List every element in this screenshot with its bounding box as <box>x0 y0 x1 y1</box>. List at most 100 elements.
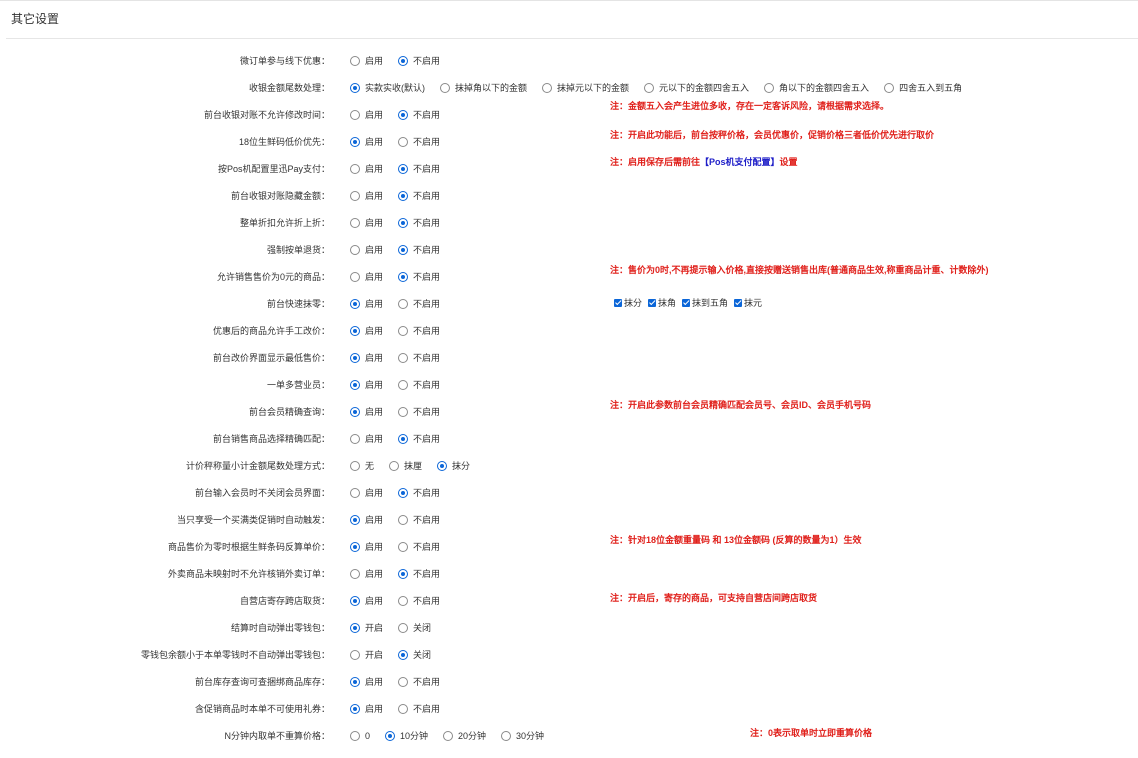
radio-option[interactable]: 20分钟 <box>443 729 486 742</box>
radio-option[interactable]: 启用 <box>350 702 383 715</box>
radio-unselected-icon[interactable] <box>398 379 409 390</box>
radio-selected-icon[interactable] <box>350 82 360 93</box>
radio-selected-icon[interactable] <box>350 406 360 417</box>
radio-option[interactable]: 启用 <box>350 135 383 148</box>
radio-unselected-icon[interactable] <box>350 109 360 120</box>
radio-option[interactable]: 不启用 <box>398 216 440 229</box>
radio-selected-icon[interactable] <box>350 136 360 147</box>
radio-option[interactable]: 不启用 <box>398 567 440 580</box>
radio-unselected-icon[interactable] <box>443 730 454 741</box>
radio-selected-icon[interactable] <box>350 352 360 363</box>
radio-unselected-icon[interactable] <box>350 487 360 498</box>
checkbox-mo-wujiao[interactable]: 抹到五角 <box>682 296 728 309</box>
radio-option[interactable]: 启用 <box>350 513 383 526</box>
radio-option[interactable]: 不启用 <box>398 324 440 337</box>
radio-option[interactable]: 不启用 <box>398 243 440 256</box>
radio-option[interactable]: 启用 <box>350 594 383 607</box>
radio-option[interactable]: 启用 <box>350 405 383 418</box>
pos-pay-config-link[interactable]: 【Pos机支付配置】 <box>700 157 780 167</box>
radio-option[interactable]: 不启用 <box>398 405 440 418</box>
radio-unselected-icon[interactable] <box>398 406 409 417</box>
radio-unselected-icon[interactable] <box>398 136 409 147</box>
checkbox-checked-icon[interactable] <box>734 298 743 307</box>
radio-option[interactable]: 不启用 <box>398 486 440 499</box>
radio-unselected-icon[interactable] <box>398 541 409 552</box>
radio-option[interactable]: 启用 <box>350 297 383 310</box>
radio-unselected-icon[interactable] <box>350 55 360 66</box>
radio-option[interactable]: 启用 <box>350 567 383 580</box>
radio-option[interactable]: 不启用 <box>398 594 440 607</box>
radio-selected-icon[interactable] <box>385 730 396 741</box>
radio-option[interactable]: 不启用 <box>398 108 440 121</box>
radio-unselected-icon[interactable] <box>440 82 450 93</box>
radio-unselected-icon[interactable] <box>764 82 775 93</box>
radio-option[interactable]: 启用 <box>350 162 383 175</box>
radio-selected-icon[interactable] <box>350 514 360 525</box>
radio-option[interactable]: 实款实收(默认) <box>350 81 425 94</box>
radio-unselected-icon[interactable] <box>350 163 360 174</box>
radio-option[interactable]: 启用 <box>350 216 383 229</box>
radio-option[interactable]: 启用 <box>350 351 383 364</box>
radio-unselected-icon[interactable] <box>350 568 360 579</box>
radio-unselected-icon[interactable] <box>398 595 409 606</box>
radio-option[interactable]: 关闭 <box>398 621 431 634</box>
radio-selected-icon[interactable] <box>350 595 360 606</box>
radio-selected-icon[interactable] <box>350 676 360 687</box>
radio-unselected-icon[interactable] <box>398 703 409 714</box>
radio-option[interactable]: 四舍五入到五角 <box>884 81 962 94</box>
radio-unselected-icon[interactable] <box>542 82 553 93</box>
radio-option[interactable]: 不启用 <box>398 378 440 391</box>
radio-unselected-icon[interactable] <box>350 271 360 282</box>
radio-selected-icon[interactable] <box>398 217 409 228</box>
radio-selected-icon[interactable] <box>350 325 360 336</box>
radio-option[interactable]: 启用 <box>350 675 383 688</box>
radio-option[interactable]: 不启用 <box>398 513 440 526</box>
checkbox-mo-fen[interactable]: 抹分 <box>614 296 642 309</box>
radio-selected-icon[interactable] <box>437 460 448 471</box>
radio-option[interactable]: 抹掉元以下的金额 <box>542 81 629 94</box>
radio-unselected-icon[interactable] <box>350 460 360 471</box>
radio-unselected-icon[interactable] <box>398 325 409 336</box>
checkbox-mo-jiao[interactable]: 抹角 <box>648 296 676 309</box>
radio-option[interactable]: 启用 <box>350 378 383 391</box>
radio-unselected-icon[interactable] <box>884 82 895 93</box>
radio-option[interactable]: 不启用 <box>398 540 440 553</box>
radio-selected-icon[interactable] <box>398 190 409 201</box>
checkbox-checked-icon[interactable] <box>614 298 622 307</box>
radio-option[interactable]: 0 <box>350 730 370 741</box>
radio-option[interactable]: 不启用 <box>398 270 440 283</box>
checkbox-checked-icon[interactable] <box>648 298 657 307</box>
radio-option[interactable]: 30分钟 <box>501 729 544 742</box>
radio-unselected-icon[interactable] <box>398 676 409 687</box>
radio-option[interactable]: 抹分 <box>437 459 470 472</box>
radio-option[interactable]: 启用 <box>350 432 383 445</box>
radio-option[interactable]: 启用 <box>350 189 383 202</box>
radio-option[interactable]: 启用 <box>350 270 383 283</box>
radio-option[interactable]: 启用 <box>350 540 383 553</box>
radio-option[interactable]: 元以下的金额四舍五入 <box>644 81 749 94</box>
radio-selected-icon[interactable] <box>398 649 409 660</box>
radio-option[interactable]: 不启用 <box>398 162 440 175</box>
radio-option[interactable]: 启用 <box>350 486 383 499</box>
radio-unselected-icon[interactable] <box>350 649 360 660</box>
radio-selected-icon[interactable] <box>350 298 360 309</box>
radio-option[interactable]: 抹掉角以下的金额 <box>440 81 527 94</box>
radio-unselected-icon[interactable] <box>501 730 512 741</box>
radio-option[interactable]: 不启用 <box>398 189 440 202</box>
radio-option[interactable]: 10分钟 <box>385 729 428 742</box>
radio-unselected-icon[interactable] <box>398 352 409 363</box>
radio-option[interactable]: 启用 <box>350 243 383 256</box>
radio-option[interactable]: 角以下的金额四舍五入 <box>764 81 869 94</box>
radio-option[interactable]: 不启用 <box>398 54 440 67</box>
radio-option[interactable]: 启用 <box>350 54 383 67</box>
radio-option[interactable]: 不启用 <box>398 297 440 310</box>
radio-unselected-icon[interactable] <box>398 622 409 633</box>
radio-option[interactable]: 不启用 <box>398 135 440 148</box>
checkbox-mo-yuan[interactable]: 抹元 <box>734 296 762 309</box>
radio-option[interactable]: 不启用 <box>398 432 440 445</box>
radio-unselected-icon[interactable] <box>389 460 400 471</box>
radio-unselected-icon[interactable] <box>350 730 360 741</box>
radio-option[interactable]: 启用 <box>350 108 383 121</box>
radio-unselected-icon[interactable] <box>350 433 360 444</box>
radio-selected-icon[interactable] <box>398 568 409 579</box>
